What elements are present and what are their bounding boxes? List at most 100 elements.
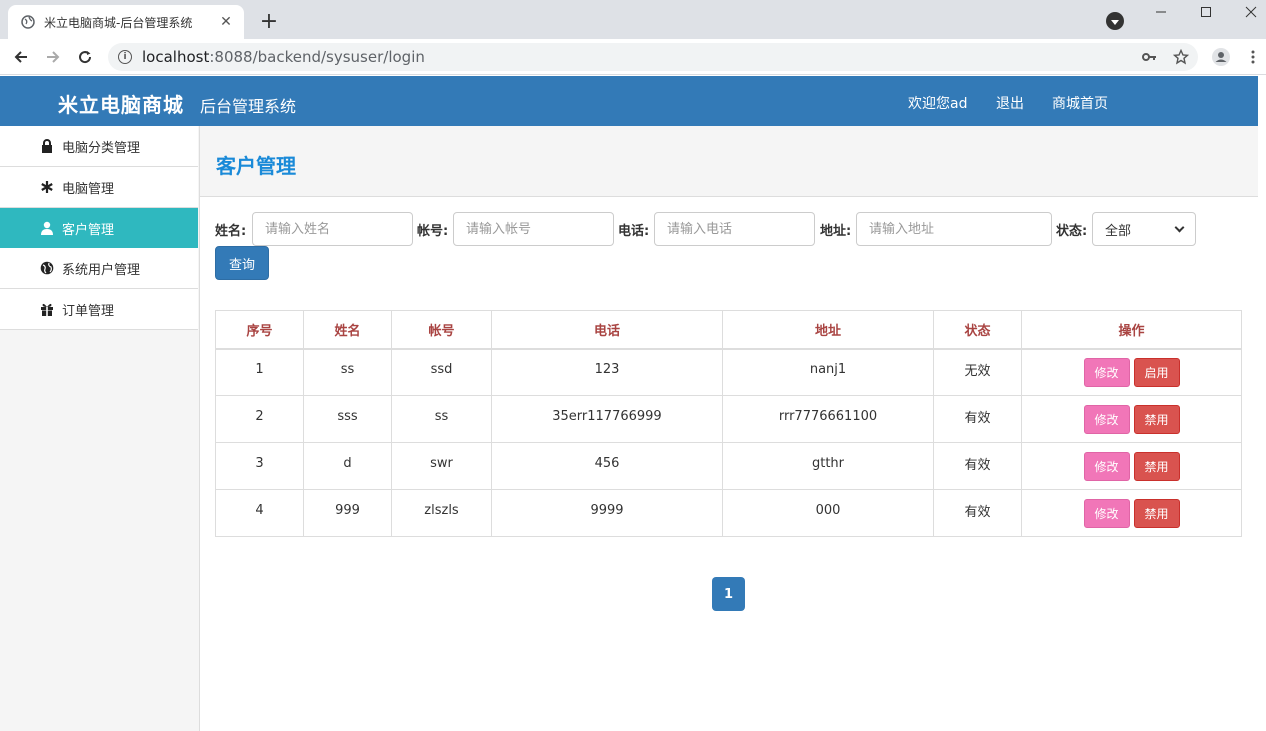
- address-label: 地址:: [820, 224, 852, 239]
- sidebar-item-orders[interactable]: 订单管理: [0, 289, 198, 330]
- close-window-icon[interactable]: [1228, 0, 1266, 24]
- sidebar-item-label: 电脑分类管理: [62, 140, 141, 156]
- sidebar-item-category[interactable]: 电脑分类管理: [0, 126, 198, 167]
- kebab-menu-icon[interactable]: [1243, 47, 1263, 67]
- cell-actions: 修改 禁用: [1021, 489, 1242, 537]
- cell-name: 999: [303, 489, 392, 537]
- sidebar: 电脑分类管理 电脑管理 客户管理 系统用户管理 订单管理: [0, 126, 200, 731]
- gift-icon: [40, 302, 54, 316]
- cell-phone: 456: [491, 442, 723, 490]
- sidebar-item-computers[interactable]: 电脑管理: [0, 167, 198, 208]
- chevron-down-icon: [1174, 222, 1185, 233]
- profile-icon[interactable]: [1211, 47, 1231, 67]
- globe-icon: [40, 261, 54, 275]
- cell-actions: 修改 禁用: [1021, 395, 1242, 443]
- pagination-page-button[interactable]: 1: [712, 577, 745, 611]
- cell-status: 有效: [933, 489, 1022, 537]
- address-input[interactable]: [856, 212, 1052, 246]
- star-icon[interactable]: [1171, 47, 1191, 67]
- logout-link[interactable]: 退出: [996, 93, 1024, 113]
- store-home-link[interactable]: 商城首页: [1052, 93, 1108, 113]
- status-label: 状态:: [1056, 224, 1088, 239]
- asterisk-icon: [40, 180, 54, 194]
- cell-name: sss: [303, 395, 392, 443]
- enable-button[interactable]: 启用: [1133, 357, 1180, 387]
- sidebar-item-customers[interactable]: 客户管理: [0, 208, 198, 249]
- table-row: 3 d swr 456 gtthr 有效 修改 禁用: [215, 442, 1242, 490]
- account-input[interactable]: [453, 212, 614, 246]
- cell-phone: 35err117766999: [491, 395, 723, 443]
- lock-icon: [40, 139, 54, 153]
- site-info-icon[interactable]: i: [118, 50, 132, 64]
- minimize-icon[interactable]: [1138, 0, 1184, 24]
- back-arrow-icon[interactable]: [8, 44, 34, 70]
- customer-table: 序号 姓名 帐号 电话 地址 状态 操作 1 ss ssd 123 nanj1 …: [215, 310, 1242, 537]
- cell-address: 000: [722, 489, 934, 537]
- cell-index: 3: [215, 442, 304, 490]
- browser-tab-bar: 米立电脑商城-后台管理系统 ✕ +: [0, 0, 1266, 39]
- brand-title: 米立电脑商城: [58, 93, 184, 117]
- account-label: 帐号:: [417, 224, 449, 239]
- cell-account: ssd: [391, 348, 492, 396]
- cell-index: 4: [215, 489, 304, 537]
- status-select[interactable]: 全部: [1092, 212, 1196, 246]
- cell-account: ss: [391, 395, 492, 443]
- globe-icon: [20, 14, 36, 30]
- cell-actions: 修改 启用: [1021, 348, 1242, 396]
- sidebar-item-system-users[interactable]: 系统用户管理: [0, 248, 198, 289]
- cell-status: 有效: [933, 442, 1022, 490]
- browser-tab[interactable]: 米立电脑商城-后台管理系统 ✕: [8, 5, 244, 39]
- key-icon[interactable]: [1139, 47, 1159, 67]
- url-path: :8088/backend/sysuser/login: [209, 48, 425, 66]
- cell-status: 无效: [933, 348, 1022, 396]
- column-header-name: 姓名: [303, 310, 392, 350]
- disable-button[interactable]: 禁用: [1133, 451, 1180, 481]
- new-tab-button[interactable]: +: [256, 8, 282, 34]
- cell-account: zlszls: [391, 489, 492, 537]
- table-row: 4 999 zlszls 9999 000 有效 修改 禁用: [215, 489, 1242, 537]
- cell-phone: 123: [491, 348, 723, 396]
- cell-address: rrr7776661100: [722, 395, 934, 443]
- sidebar-item-label: 电脑管理: [62, 181, 115, 197]
- cell-index: 1: [215, 348, 304, 396]
- welcome-user[interactable]: 欢迎您ad: [908, 93, 967, 113]
- column-header-status: 状态: [933, 310, 1022, 350]
- edit-button[interactable]: 修改: [1083, 451, 1130, 481]
- cell-phone: 9999: [491, 489, 723, 537]
- column-header-index: 序号: [215, 310, 304, 350]
- column-header-actions: 操作: [1021, 310, 1242, 350]
- table-row: 2 sss ss 35err117766999 rrr7776661100 有效…: [215, 395, 1242, 443]
- edit-button[interactable]: 修改: [1083, 357, 1130, 387]
- sidebar-item-label: 系统用户管理: [62, 262, 141, 278]
- edit-button[interactable]: 修改: [1083, 498, 1130, 528]
- tab-title: 米立电脑商城-后台管理系统: [44, 15, 193, 30]
- reload-icon[interactable]: [72, 44, 98, 70]
- browser-toolbar: i localhost:8088/backend/sysuser/login: [0, 39, 1266, 75]
- phone-label: 电话:: [618, 224, 650, 239]
- disable-button[interactable]: 禁用: [1133, 498, 1180, 528]
- cell-address: nanj1: [722, 348, 934, 396]
- app-header: 米立电脑商城 后台管理系统 欢迎您ad 退出 商城首页: [0, 76, 1258, 126]
- cell-status: 有效: [933, 395, 1022, 443]
- status-select-value: 全部: [1105, 223, 1132, 239]
- name-input[interactable]: [252, 212, 413, 246]
- cell-index: 2: [215, 395, 304, 443]
- disable-button[interactable]: 禁用: [1133, 404, 1180, 434]
- maximize-icon[interactable]: [1183, 0, 1229, 24]
- query-button[interactable]: 查询: [215, 246, 269, 280]
- address-bar[interactable]: i localhost:8088/backend/sysuser/login: [108, 43, 1198, 71]
- column-header-account: 帐号: [391, 310, 492, 350]
- brand-subtitle: 后台管理系统: [200, 97, 297, 116]
- cell-name: ss: [303, 348, 392, 396]
- sidebar-item-label: 客户管理: [62, 222, 115, 238]
- tab-search-icon[interactable]: [1106, 12, 1124, 30]
- url-host: localhost: [142, 48, 210, 66]
- cell-address: gtthr: [722, 442, 934, 490]
- phone-input[interactable]: [654, 212, 815, 246]
- edit-button[interactable]: 修改: [1083, 404, 1130, 434]
- page-scrollbar[interactable]: [1258, 76, 1266, 731]
- forward-arrow-icon[interactable]: [40, 44, 66, 70]
- close-tab-icon[interactable]: ✕: [218, 14, 234, 30]
- name-label: 姓名:: [215, 224, 247, 239]
- cell-account: swr: [391, 442, 492, 490]
